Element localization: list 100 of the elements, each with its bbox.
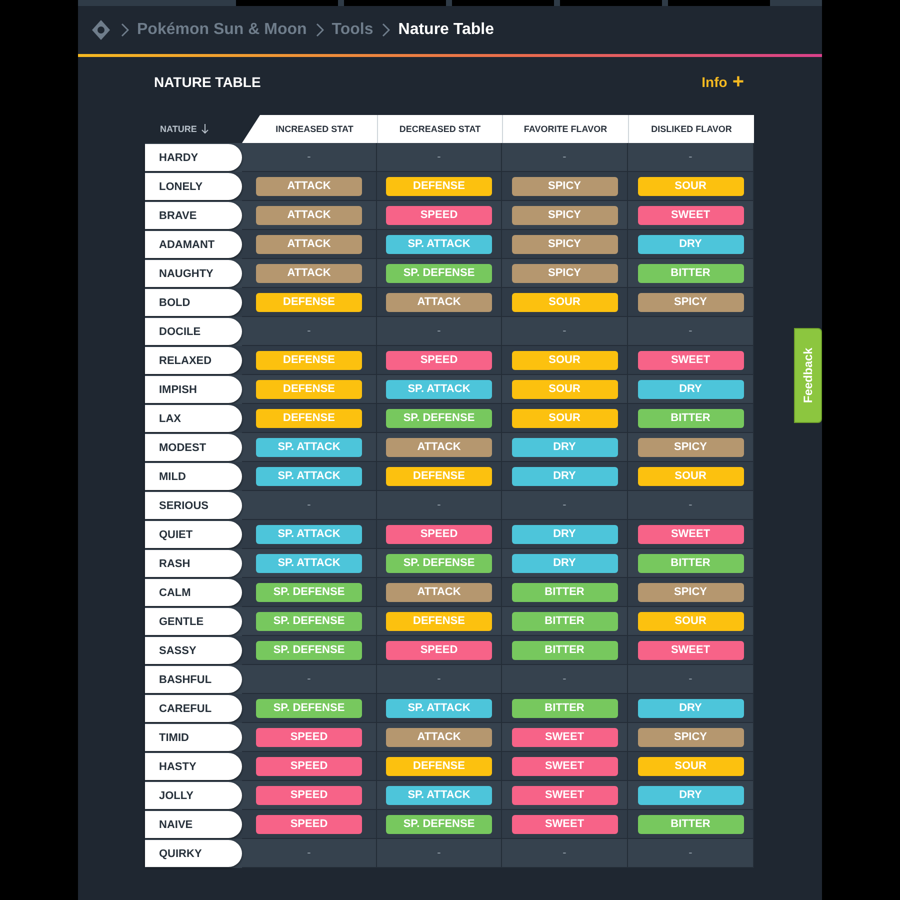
stat-tag: DEFENSE bbox=[386, 756, 492, 776]
empty-value: - bbox=[307, 673, 311, 685]
stat-tag: SP. ATTACK bbox=[256, 524, 362, 544]
stat-tag: SPEED bbox=[386, 524, 492, 544]
stat-tag: SOUR bbox=[638, 756, 744, 776]
empty-value: - bbox=[437, 847, 441, 859]
nature-name: NAUGHTY bbox=[145, 260, 242, 287]
column-header: FAVORITE FLAVOR bbox=[502, 115, 628, 143]
nav-tab[interactable] bbox=[344, 0, 446, 6]
stat-tag: ATTACK bbox=[386, 292, 492, 312]
stat-tag: DRY bbox=[512, 466, 618, 486]
stat-tag: ATTACK bbox=[256, 234, 362, 254]
nature-name: BRAVE bbox=[145, 202, 242, 229]
stat-tag: DEFENSE bbox=[386, 466, 492, 486]
nature-name: LONELY bbox=[145, 173, 242, 200]
stat-tag: SP. ATTACK bbox=[256, 438, 362, 456]
stat-tag: SPICY bbox=[638, 438, 744, 456]
stat-tag: ATTACK bbox=[386, 438, 492, 456]
nature-name: HARDY bbox=[145, 144, 242, 171]
stat-tag: SPICY bbox=[512, 264, 618, 282]
info-button[interactable]: Info + bbox=[702, 74, 744, 90]
stat-tag: ATTACK bbox=[386, 728, 492, 746]
stat-tag: SP. DEFENSE bbox=[386, 554, 492, 572]
empty-value: - bbox=[307, 325, 311, 337]
stat-tag: SPICY bbox=[638, 292, 744, 312]
column-header: DECREASED STAT bbox=[377, 115, 502, 143]
nav-tab[interactable] bbox=[668, 0, 770, 6]
stat-tag: DEFENSE bbox=[386, 176, 492, 196]
nature-name: CALM bbox=[145, 579, 242, 606]
nature-column-header[interactable]: NATURE bbox=[145, 115, 242, 143]
nav-tab[interactable] bbox=[560, 0, 662, 6]
stat-tag: DRY bbox=[512, 524, 618, 544]
stat-tag: DEFENSE bbox=[256, 350, 362, 370]
stat-tag: SPEED bbox=[386, 640, 492, 660]
empty-value: - bbox=[562, 151, 566, 163]
breadcrumb-link[interactable]: Pokémon Sun & Moon bbox=[137, 21, 307, 39]
stat-tag: SWEET bbox=[638, 524, 744, 544]
stat-tag: SPICY bbox=[512, 234, 618, 254]
stat-tag: SWEET bbox=[638, 640, 744, 660]
stat-tag: ATTACK bbox=[256, 176, 362, 196]
stat-tag: DRY bbox=[638, 786, 744, 804]
logo-icon[interactable] bbox=[90, 19, 112, 41]
stat-tag: ATTACK bbox=[256, 264, 362, 282]
stat-tag: SP. ATTACK bbox=[386, 698, 492, 718]
column-header: INCREASED STAT bbox=[242, 115, 377, 143]
nature-name: SASSY bbox=[145, 637, 242, 664]
stat-tag: SP. ATTACK bbox=[386, 786, 492, 804]
empty-value: - bbox=[688, 847, 692, 859]
stat-tag: BITTER bbox=[638, 814, 744, 834]
stat-tag: SP. DEFENSE bbox=[256, 698, 362, 718]
nature-name: JOLLY bbox=[145, 782, 242, 809]
chevron-icon bbox=[314, 23, 324, 37]
chevron-icon bbox=[381, 23, 390, 37]
stat-tag: SOUR bbox=[638, 176, 744, 196]
empty-value: - bbox=[307, 151, 311, 163]
stat-tag: SP. DEFENSE bbox=[256, 582, 362, 602]
stat-tag: SOUR bbox=[512, 408, 618, 428]
stat-tag: SOUR bbox=[638, 466, 744, 486]
stat-tag: BITTER bbox=[512, 640, 618, 660]
empty-value: - bbox=[437, 325, 441, 337]
nature-name: HASTY bbox=[145, 753, 242, 780]
nature-name: GENTLE bbox=[145, 608, 242, 635]
nature-name: MODEST bbox=[145, 434, 242, 461]
nav-tab[interactable] bbox=[236, 0, 338, 6]
stat-tag: SP. DEFENSE bbox=[386, 408, 492, 428]
feedback-tab[interactable]: Feedback bbox=[794, 328, 822, 423]
stat-tag: SP. DEFENSE bbox=[256, 640, 362, 660]
nature-name: BOLD bbox=[145, 289, 242, 316]
column-header: DISLIKED FLAVOR bbox=[628, 115, 754, 143]
stat-tag: DEFENSE bbox=[256, 408, 362, 428]
empty-value: - bbox=[688, 673, 692, 685]
stat-tag: SPEED bbox=[256, 814, 362, 834]
nature-name: LAX bbox=[145, 405, 242, 432]
stat-tag: SPEED bbox=[386, 206, 492, 224]
empty-value: - bbox=[437, 499, 441, 511]
stat-tag: SPEED bbox=[256, 728, 362, 746]
stat-tag: BITTER bbox=[512, 582, 618, 602]
stat-tag: SOUR bbox=[638, 612, 744, 630]
nature-name: ADAMANT bbox=[145, 231, 242, 258]
nature-name: MILD bbox=[145, 463, 242, 490]
stat-tag: SPEED bbox=[256, 756, 362, 776]
stat-tag: ATTACK bbox=[256, 206, 362, 224]
stat-tag: BITTER bbox=[638, 554, 744, 572]
stat-tag: SP. ATTACK bbox=[386, 380, 492, 398]
stat-tag: SP. DEFENSE bbox=[386, 264, 492, 282]
nature-name: TIMID bbox=[145, 724, 242, 751]
stat-tag: DRY bbox=[512, 438, 618, 456]
nature-name: IMPISH bbox=[145, 376, 242, 403]
stat-tag: SOUR bbox=[512, 350, 618, 370]
stat-tag: SOUR bbox=[512, 380, 618, 398]
stat-tag: SPICY bbox=[638, 582, 744, 602]
empty-value: - bbox=[437, 151, 441, 163]
nav-tab[interactable] bbox=[452, 0, 554, 6]
nature-name: CAREFUL bbox=[145, 695, 242, 722]
empty-value: - bbox=[307, 847, 311, 859]
empty-value: - bbox=[307, 499, 311, 511]
stat-tag: SPICY bbox=[512, 176, 618, 196]
breadcrumb-link[interactable]: Tools bbox=[332, 21, 374, 39]
stat-tag: SWEET bbox=[512, 786, 618, 804]
stat-tag: SOUR bbox=[512, 292, 618, 312]
